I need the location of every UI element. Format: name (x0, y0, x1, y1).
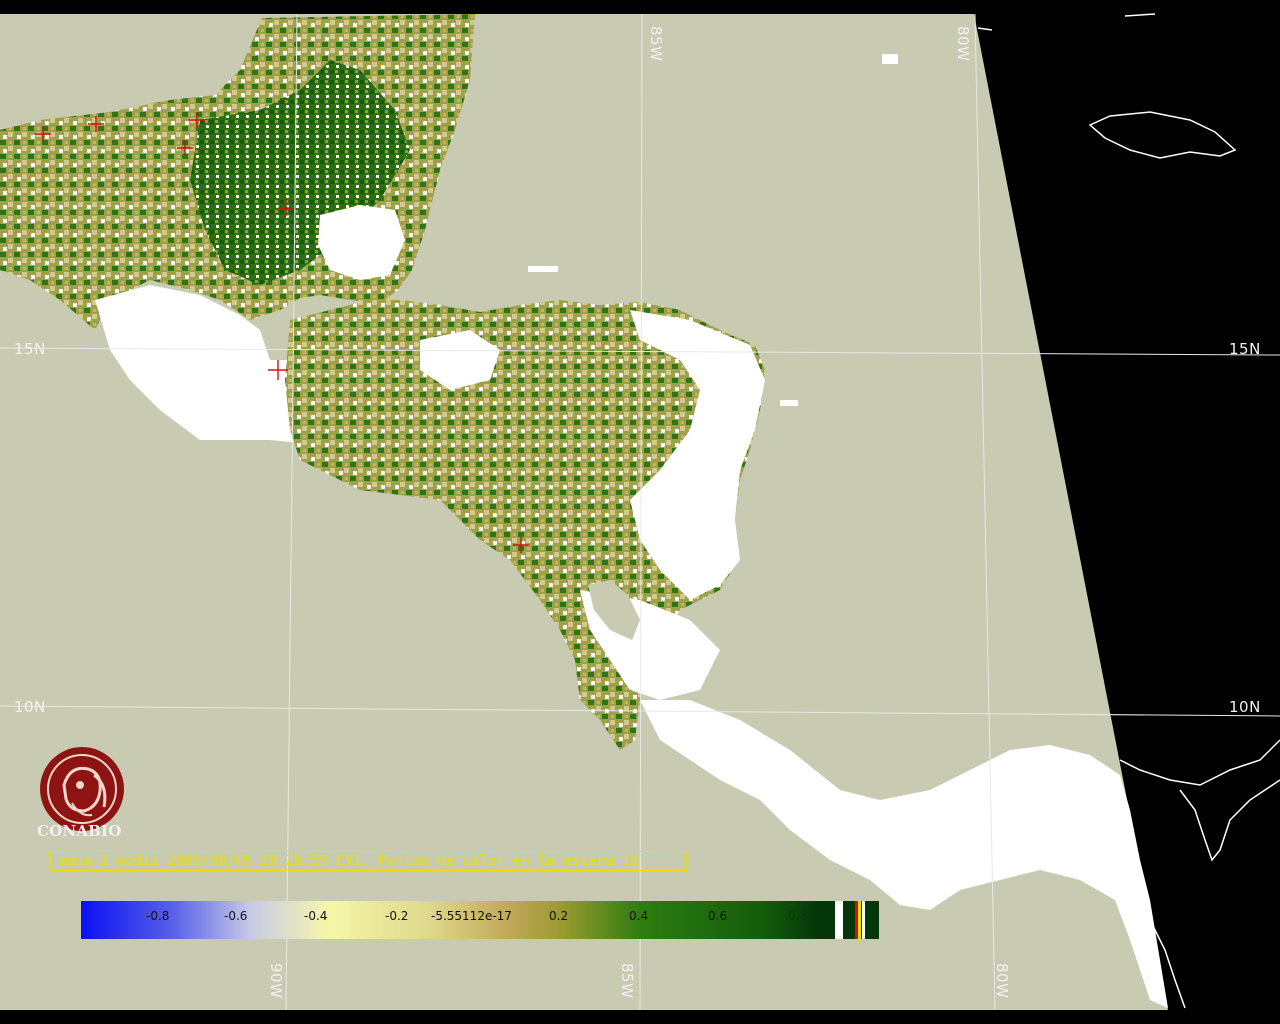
caption-text: aqua-1 modis 2009/08/06 19:26:59 EVI, Pu… (58, 853, 640, 869)
lat-label-10n-right: 10N (1229, 698, 1261, 716)
coastline-top-right (977, 13, 1156, 31)
lat-label-15n-left: 15N (14, 340, 46, 358)
lon-label-80w-top: 80W (954, 26, 972, 62)
clouds-yucatan (318, 205, 405, 280)
colorbar-tick: -0.8 (146, 909, 170, 923)
coastline-jamaica (1088, 111, 1237, 159)
lon-label-90w-bottom: 90W (267, 963, 285, 999)
logo-text: CONABIO (37, 822, 122, 840)
colorbar-tick: 0.6 (708, 909, 728, 923)
colorbar-tick: -0.6 (224, 909, 248, 923)
colorbar-tick: 0.8 (788, 909, 808, 923)
lon-label-80w-bottom: 80W (993, 963, 1011, 999)
colorbar-tick: -5.55112e-17 (431, 909, 512, 923)
lat-label-15n-right: 15N (1229, 340, 1261, 358)
lon-label-85w-top: 85W (647, 26, 665, 62)
island-mosquito (780, 400, 798, 406)
colorbar-tick: -0.2 (385, 909, 409, 923)
island-cuba-edge (882, 54, 898, 64)
colorbar-tick: 0.4 (629, 909, 649, 923)
colorbar-tick: 0.2 (549, 909, 569, 923)
island-bay (528, 266, 558, 272)
colorbar-yellow-band (858, 901, 861, 939)
colorbar-white-band (835, 901, 843, 939)
colorbar-red-band (855, 901, 858, 939)
lat-label-10n-left: 10N (14, 698, 46, 716)
lon-label-85w-bottom: 85W (618, 963, 636, 999)
colorbar-white-band2 (862, 901, 865, 939)
colorbar-tick: -0.4 (304, 909, 328, 923)
